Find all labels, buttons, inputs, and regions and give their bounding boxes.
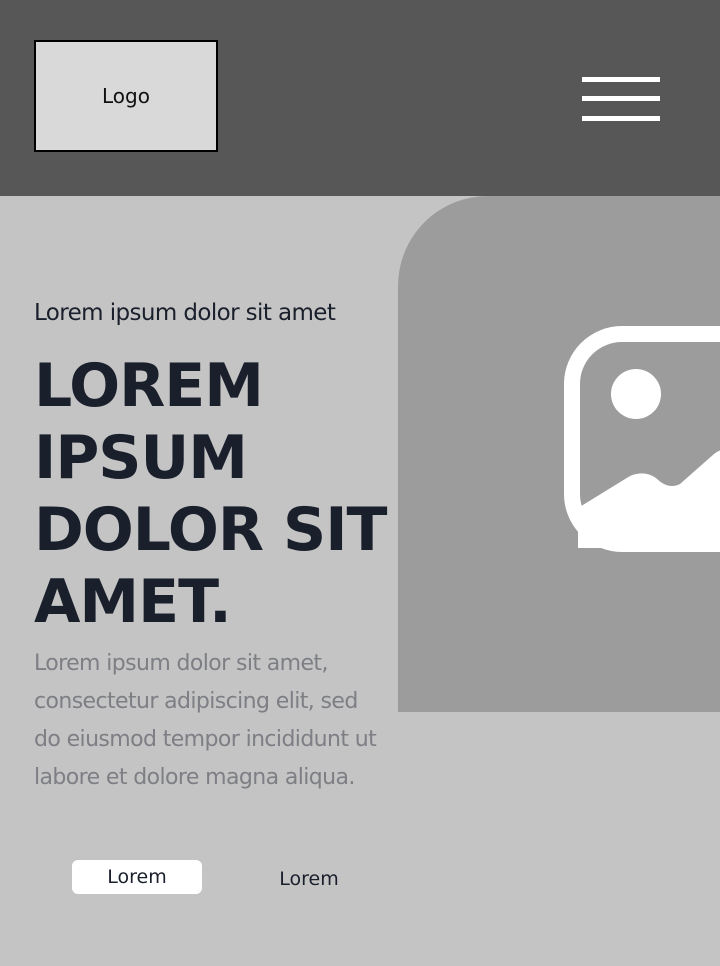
logo-label: Logo <box>102 84 150 108</box>
hero-headline: LOREM IPSUM DOLOR SIT AMET. <box>34 350 387 638</box>
headline-line: IPSUM <box>34 423 248 493</box>
hero-eyebrow: Lorem ipsum dolor sit amet <box>34 300 336 326</box>
headline-line: AMET. <box>34 567 232 637</box>
menu-line <box>582 77 660 82</box>
headline-line: DOLOR SIT <box>34 495 387 565</box>
image-placeholder-icon <box>564 326 720 552</box>
headline-line: LOREM <box>34 351 264 421</box>
hero-image-placeholder <box>398 196 720 712</box>
hero-body-text: Lorem ipsum dolor sit amet, consectetur … <box>34 651 377 790</box>
menu-line <box>582 96 660 101</box>
menu-line <box>582 116 660 121</box>
primary-button[interactable]: Lorem <box>72 860 202 894</box>
hamburger-menu-icon[interactable] <box>582 76 660 124</box>
logo[interactable]: Logo <box>34 40 218 152</box>
secondary-button[interactable]: Lorem <box>244 860 374 898</box>
site-header: Logo <box>0 0 720 196</box>
